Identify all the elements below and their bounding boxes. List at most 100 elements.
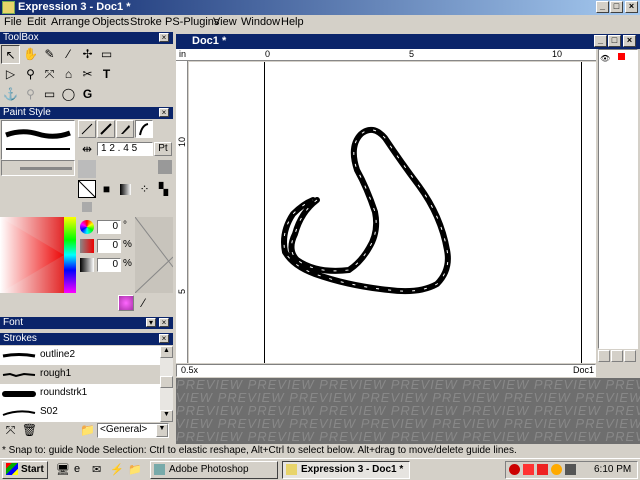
zoom-level[interactable]: 0.5x <box>181 365 198 375</box>
close-button[interactable]: × <box>625 1 638 13</box>
arrow-select-icon[interactable]: ↖ <box>1 45 20 64</box>
skeletal-stroke-icon[interactable] <box>135 120 153 138</box>
ie-icon[interactable]: e <box>74 463 80 475</box>
strokes-scrollbar[interactable]: ▲ ▼ <box>160 346 173 422</box>
trash-icon[interactable]: 🗑 <box>20 421 39 440</box>
stroke-item-label: roundstrk1 <box>40 387 88 398</box>
doc-close-button[interactable]: × <box>623 35 636 47</box>
eyedropper-sample-icon[interactable]: ⁄ <box>134 294 153 313</box>
task-expression[interactable]: Expression 3 - Doc1 * <box>282 461 410 479</box>
fill-color-swatch[interactable] <box>158 160 172 174</box>
font-panel-close-button[interactable]: × <box>159 318 169 327</box>
scroll-down-button[interactable]: ▼ <box>160 410 173 422</box>
toolbox-close-button[interactable]: × <box>159 33 169 42</box>
paint-bucket-icon[interactable]: ⌂ <box>59 65 78 84</box>
pen-node-icon[interactable]: ✢ <box>78 45 97 64</box>
menu-ps-plugins[interactable]: PS-Plugins <box>165 16 219 28</box>
stroke-item-s02[interactable]: S02 <box>0 403 160 422</box>
width-arrows-icon[interactable]: ⇹ <box>78 140 96 158</box>
expression-icon <box>286 464 297 475</box>
eye-icon[interactable]: 👁 <box>600 54 610 63</box>
magnify-disabled-icon[interactable]: ⚲ <box>21 85 40 104</box>
thick-stroke-icon[interactable] <box>97 120 115 138</box>
stroke-slider[interactable] <box>1 160 75 176</box>
hue-value: 0 <box>112 221 118 232</box>
speaker-icon[interactable] <box>565 464 576 475</box>
start-button[interactable]: Start <box>2 461 48 479</box>
chevron-down-icon[interactable]: ▼ <box>156 424 168 437</box>
unit-pt-button[interactable]: Pt <box>154 142 172 156</box>
node-select-icon[interactable]: ▷ <box>1 65 20 84</box>
menu-arrange[interactable]: Arrange <box>51 16 90 28</box>
marquee-icon[interactable]: ▭ <box>97 45 116 64</box>
pattern-fill-icon[interactable]: ⁘ <box>135 180 154 199</box>
text-tool-icon[interactable]: T <box>97 65 116 84</box>
scroll-up-button[interactable]: ▲ <box>160 346 173 358</box>
ellipse-tool-icon[interactable]: ◯ <box>59 85 78 104</box>
folder-icon[interactable]: 📁 <box>78 421 97 440</box>
minimize-button[interactable]: _ <box>596 1 609 13</box>
tray-icon-1[interactable] <box>509 464 520 475</box>
menu-edit[interactable]: Edit <box>27 16 46 28</box>
paint-style-close-button[interactable]: × <box>159 108 169 117</box>
font-panel-collapse-button[interactable]: ▾ <box>146 318 156 327</box>
stroke-item-outline2[interactable]: outline2 <box>0 346 160 365</box>
folder-quick-icon[interactable]: 📁 <box>128 463 142 476</box>
outlook-icon[interactable]: ✉ <box>92 463 101 476</box>
layer-button-2[interactable] <box>611 350 623 362</box>
stroke-color-swatch[interactable] <box>78 160 96 178</box>
color-palette-button[interactable] <box>118 295 134 311</box>
layer-button-1[interactable] <box>598 350 610 362</box>
stroke-item-rough1[interactable]: rough1 <box>0 365 160 384</box>
anchor-icon[interactable]: ⚓ <box>1 85 20 104</box>
maximize-button[interactable]: □ <box>610 1 623 13</box>
saturation-field[interactable]: 0 <box>97 239 121 253</box>
doc-maximize-button[interactable]: □ <box>608 35 621 47</box>
font-panel-header[interactable]: Font ▾ × <box>0 317 173 329</box>
zoom-icon[interactable]: ⚲ <box>21 65 40 84</box>
menu-view[interactable]: View <box>213 16 237 28</box>
lightness-field[interactable]: 0 <box>97 258 121 272</box>
vertical-ruler[interactable]: 10 5 <box>176 61 188 363</box>
winamp-icon[interactable]: ⚡ <box>110 463 124 476</box>
brush-icon[interactable]: ✎ <box>40 45 59 64</box>
calligraphic-stroke-icon[interactable] <box>116 120 134 138</box>
color-triangle-picker[interactable] <box>0 217 76 293</box>
texture-fill-icon[interactable]: ▚ <box>154 180 173 199</box>
task-adobe-photoshop[interactable]: Adobe Photoshop <box>150 461 278 479</box>
menu-objects[interactable]: Objects <box>92 16 129 28</box>
horizontal-ruler[interactable]: in 0 5 10 <box>176 49 596 61</box>
layer-row[interactable]: 👁 <box>600 52 636 63</box>
drawing-canvas[interactable] <box>189 62 596 363</box>
stroke-category-select[interactable]: <General> ▼ <box>97 423 169 438</box>
menu-window[interactable]: Window <box>241 16 280 28</box>
doc-minimize-button[interactable]: _ <box>594 35 607 47</box>
thin-stroke-icon[interactable] <box>78 120 96 138</box>
tray-icon-2[interactable] <box>523 464 534 475</box>
gradient-fill-icon[interactable] <box>116 180 135 199</box>
node-edit-icon[interactable]: ⤧ <box>40 65 59 84</box>
spiral-tool-icon[interactable]: G <box>78 85 97 104</box>
drawn-shape[interactable] <box>189 62 596 363</box>
clock[interactable]: 6:10 PM <box>594 464 631 475</box>
scissors-icon[interactable]: ✂ <box>78 65 97 84</box>
no-fill-icon[interactable] <box>78 180 96 198</box>
hue-field[interactable]: 0 <box>97 220 121 234</box>
stroke-edit-icon[interactable]: ⤧ <box>1 421 20 440</box>
eyedropper-icon[interactable]: ⁄ <box>59 45 78 64</box>
strokes-close-button[interactable]: × <box>159 334 169 343</box>
menu-stroke[interactable]: Stroke <box>130 16 162 28</box>
tray-icon-4[interactable] <box>551 464 562 475</box>
scroll-thumb[interactable] <box>160 376 173 388</box>
desktop-icon[interactable]: 🖥 <box>56 463 70 476</box>
menu-help[interactable]: Help <box>281 16 304 28</box>
menu-file[interactable]: File <box>4 16 22 28</box>
hand-icon[interactable]: ✋ <box>21 45 40 64</box>
paint-style-title: Paint Style <box>3 107 51 118</box>
solid-fill-icon[interactable]: ■ <box>97 180 116 199</box>
stroke-item-roundstrk1[interactable]: roundstrk1 <box>0 384 160 403</box>
stroke-width-field[interactable]: 1 2 . 4 5 <box>97 142 153 156</box>
layer-button-3[interactable] <box>624 350 636 362</box>
rectangle-tool-icon[interactable]: ▭ <box>40 85 59 104</box>
tray-icon-3[interactable] <box>537 464 548 475</box>
